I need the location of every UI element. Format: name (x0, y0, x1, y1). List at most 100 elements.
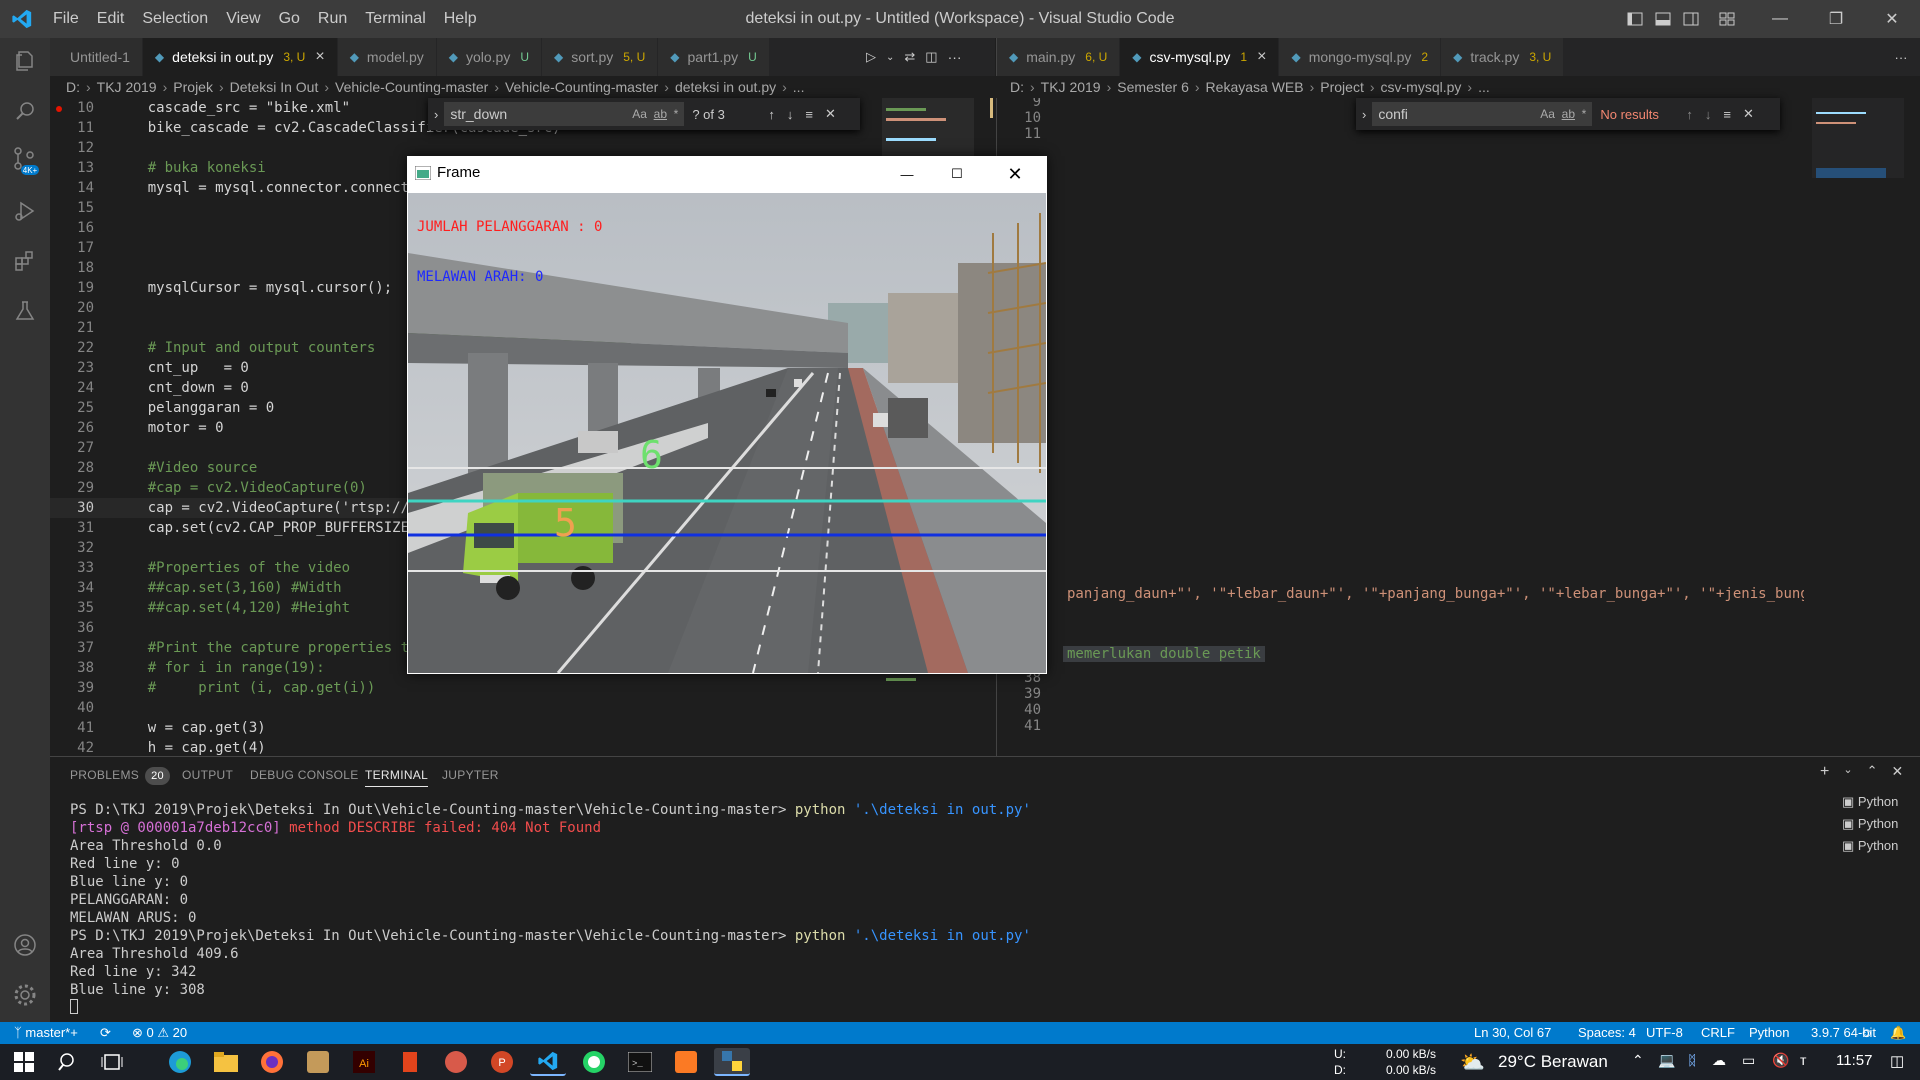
regex-icon[interactable]: * (1582, 107, 1587, 121)
clock[interactable]: 11:57 (1836, 1052, 1872, 1069)
notifications-bell-icon[interactable]: 🔔 (1890, 1022, 1906, 1044)
search-taskbar-icon[interactable] (50, 1048, 86, 1076)
more-actions-icon[interactable]: ··· (948, 49, 962, 65)
find-input-value[interactable]: str_down (450, 106, 507, 122)
manage-gear-icon[interactable] (0, 972, 50, 1018)
toggle-replace-chevron-icon[interactable]: › (434, 107, 438, 122)
file-explorer-icon[interactable] (208, 1048, 244, 1076)
xampp-icon[interactable] (668, 1048, 704, 1076)
match-case-icon[interactable]: Aa (632, 107, 647, 121)
whatsapp-icon[interactable] (576, 1048, 612, 1076)
breadcrumb-item[interactable]: TKJ 2019 (1041, 79, 1101, 95)
accounts-icon[interactable] (0, 922, 50, 968)
breadcrumb-item[interactable]: D: (66, 79, 80, 95)
minimap-right[interactable] (1808, 98, 1908, 698)
terminal-instance[interactable]: ▣ Python (1842, 813, 1912, 835)
tab-terminal[interactable]: TERMINAL (365, 763, 429, 787)
terminal-taskbar-icon[interactable]: >_ (622, 1048, 658, 1076)
breadcrumb-item[interactable]: Semester 6 (1117, 79, 1189, 95)
menu-run[interactable]: Run (309, 0, 356, 38)
maximize-panel-icon[interactable]: ⌃ (1867, 763, 1878, 781)
notification-center-icon[interactable]: ◫ (1890, 1052, 1904, 1070)
tab-mongo-mysql-py[interactable]: ◆ mongo-mysql.py 2 (1279, 38, 1442, 76)
extensions-icon[interactable] (0, 238, 50, 284)
menu-selection[interactable]: Selection (133, 0, 217, 38)
breadcrumb-item[interactable]: TKJ 2019 (97, 79, 157, 95)
search-icon[interactable] (0, 88, 50, 134)
weather-widget[interactable]: 29°C Berawan (1498, 1052, 1608, 1072)
breadcrumb-item[interactable]: Rekayasa WEB (1206, 79, 1304, 95)
branch-indicator[interactable]: ᛉ master*+ (14, 1022, 78, 1044)
menu-view[interactable]: View (217, 0, 269, 38)
close-tab-icon[interactable]: × (1257, 48, 1266, 66)
breadcrumb-item[interactable]: Vehicle-Counting-master (505, 79, 658, 95)
firefox-icon[interactable] (254, 1048, 290, 1076)
more-actions-right-icon[interactable]: ··· (1882, 38, 1920, 76)
task-view-icon[interactable] (94, 1048, 130, 1076)
breadcrumb-item[interactable]: ... (793, 79, 805, 95)
show-hidden-icons-chevron-icon[interactable]: ⌃ (1632, 1052, 1644, 1069)
app-generic-icon[interactable] (300, 1048, 336, 1076)
tab-csv-mysql-py[interactable]: ◆ csv-mysql.py 1 × (1120, 38, 1280, 76)
video-frame-window[interactable]: Frame — ☐ ✕ JUMLAH PELANGGARAN: 0 MELAW… (407, 156, 1047, 674)
breadcrumb-item[interactable]: Vehicle-Counting-master (335, 79, 488, 95)
battery-icon[interactable]: ▭ (1742, 1052, 1755, 1069)
breadcrumb-item[interactable]: Deteksi In Out (230, 79, 319, 95)
toggle-replace-chevron-icon[interactable]: › (1362, 107, 1366, 122)
whole-word-icon[interactable]: ab (654, 107, 667, 121)
compare-changes-icon[interactable]: ⇄ (904, 49, 915, 65)
tab-untitled-1[interactable]: Untitled-1 (50, 38, 143, 76)
close-find-icon[interactable]: ✕ (825, 106, 836, 122)
terminal-dropdown-icon[interactable]: ⌄ (1843, 763, 1852, 781)
breadcrumb-item[interactable]: Project (1320, 79, 1364, 95)
source-control-icon[interactable]: 4K+ (0, 138, 50, 184)
ime-indicator-icon[interactable]: ᴛ (1800, 1052, 1806, 1068)
customize-layout-icon[interactable] (1719, 11, 1735, 27)
breadcrumb-item[interactable]: deteksi in out.py (675, 79, 776, 95)
match-case-icon[interactable]: Aa (1540, 107, 1555, 121)
tab-output[interactable]: OUTPUT (182, 763, 233, 787)
tab-part1-py[interactable]: ◆ part1.py U (658, 38, 770, 76)
cursor-position[interactable]: Ln 30, Col 67 (1474, 1022, 1551, 1044)
cloud-sync-icon[interactable]: ☁ (1712, 1052, 1726, 1069)
end-of-line[interactable]: CRLF (1701, 1022, 1735, 1044)
breadcrumb-item[interactable]: D: (1010, 79, 1024, 95)
close-panel-icon[interactable]: ✕ (1891, 763, 1903, 781)
find-in-selection-icon[interactable]: ≡ (1723, 107, 1731, 122)
toggle-sidebar-icon[interactable] (1627, 11, 1643, 27)
tab-problems[interactable]: PROBLEMS 20 (70, 763, 170, 787)
run-python-file-icon[interactable]: ▷ (866, 49, 876, 65)
menu-edit[interactable]: Edit (88, 0, 134, 38)
illustrator-icon[interactable]: Ai (346, 1048, 382, 1076)
run-dropdown-chevron-icon[interactable]: ⌄ (886, 52, 894, 63)
testing-flask-icon[interactable] (0, 288, 50, 334)
tab-yolo-py[interactable]: ◆ yolo.py U (436, 38, 542, 76)
feedback-icon[interactable]: ☺ (1860, 1022, 1873, 1044)
minimize-button[interactable]: — (1752, 0, 1808, 38)
tab-track-py[interactable]: ◆ track.py 3, U (1441, 38, 1565, 76)
app-cloud-icon[interactable] (438, 1048, 474, 1076)
problems-indicator[interactable]: ⊗ 0 ⚠ 20 (132, 1022, 187, 1044)
tab-debug-console[interactable]: DEBUG CONSOLE (250, 763, 359, 787)
split-editor-icon[interactable]: ◫ (925, 49, 937, 65)
terminal-instance[interactable]: ▣ Python (1842, 835, 1912, 857)
previous-match-icon[interactable]: ↑ (768, 107, 775, 122)
edge-browser-icon[interactable] (162, 1048, 198, 1076)
breadcrumb-item[interactable]: csv-mysql.py (1381, 79, 1462, 95)
terminal-instance[interactable]: ▣ Python (1842, 791, 1912, 813)
next-match-icon[interactable]: ↓ (787, 107, 794, 122)
breadcrumb-item[interactable]: Projek (173, 79, 213, 95)
find-in-selection-icon[interactable]: ≡ (805, 107, 813, 122)
frame-minimize-button[interactable]: — (887, 160, 927, 188)
tab-sort-py[interactable]: ◆ sort.py 5, U (542, 38, 659, 76)
maximize-button[interactable]: ❐ (1808, 0, 1864, 38)
previous-match-icon[interactable]: ↑ (1686, 107, 1693, 122)
close-find-icon[interactable]: ✕ (1743, 106, 1754, 122)
tab-deteksi-in-out-py[interactable]: ◆ deteksi in out.py 3, U × (142, 38, 338, 76)
tab-jupyter[interactable]: JUPYTER (442, 763, 499, 787)
close-tab-icon[interactable]: × (315, 48, 324, 66)
next-match-icon[interactable]: ↓ (1705, 107, 1712, 122)
frame-close-button[interactable]: ✕ (995, 160, 1035, 188)
find-input-right[interactable]: confi Aa ab * (1372, 102, 1593, 126)
weather-cloud-icon[interactable]: ⛅ (1460, 1050, 1485, 1075)
